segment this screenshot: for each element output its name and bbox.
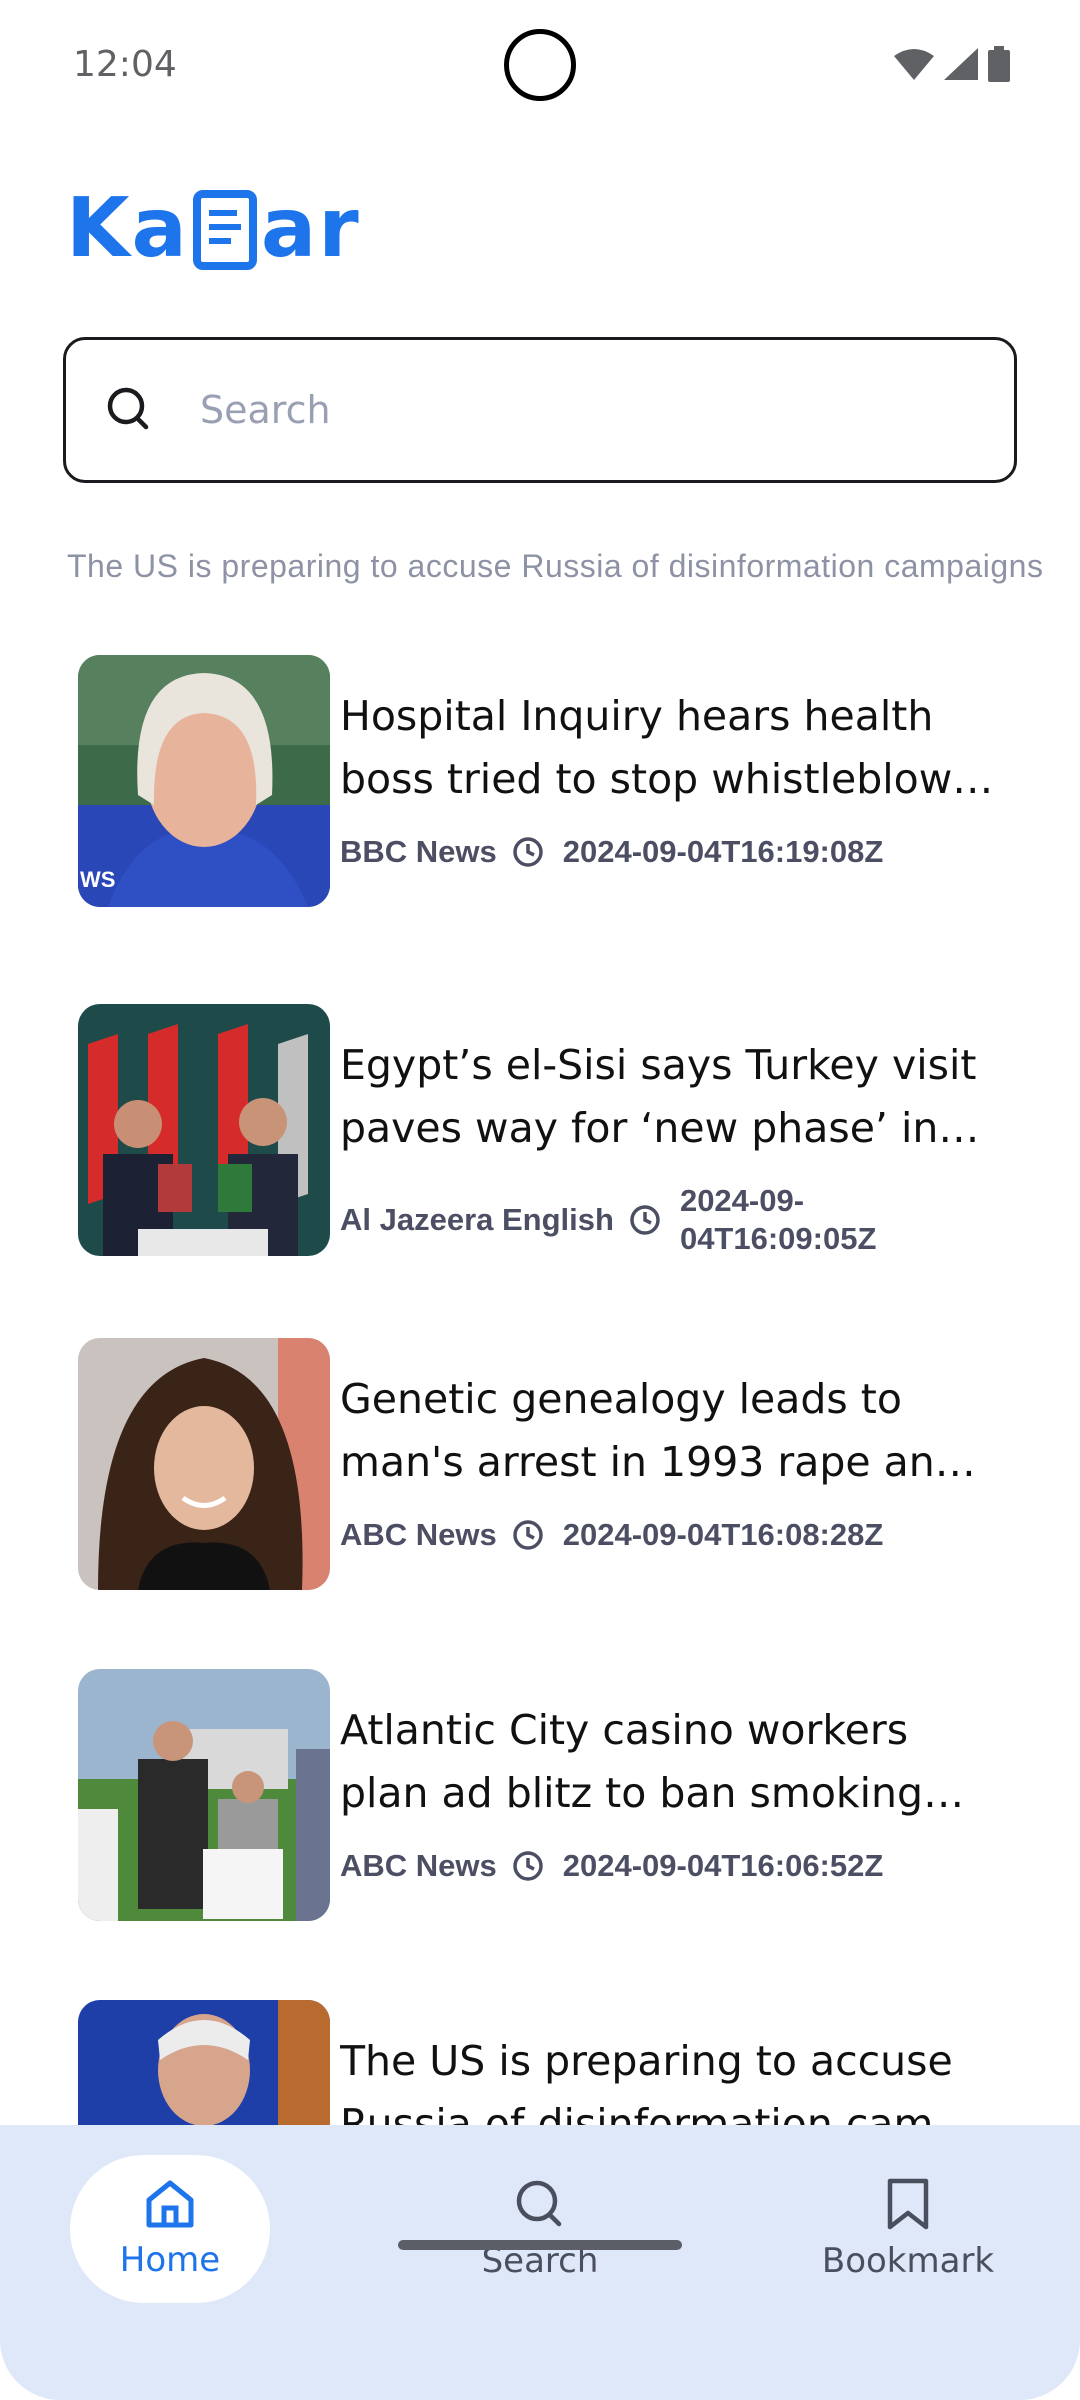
home-icon xyxy=(146,2180,194,2228)
newspaper-icon xyxy=(192,190,257,270)
status-time: 12:04 xyxy=(73,44,177,85)
article-meta: ABC News 2024-09-04T16:06:52Z xyxy=(340,1847,1000,1885)
nav-home[interactable]: Home xyxy=(70,2155,270,2303)
clock-icon xyxy=(513,837,543,867)
article-date: 2024-09-04T16:19:08Z xyxy=(562,834,884,869)
article-body: Egypt’s el-Sisi says Turkey visit paves … xyxy=(340,1004,1000,1256)
article-card[interactable]: WS Hospital Inquiry hears health boss tr… xyxy=(78,655,1038,907)
status-bar: 12:04 xyxy=(0,0,1080,130)
article-body: Atlantic City casino workers plan ad bli… xyxy=(340,1669,1000,1921)
article-thumbnail xyxy=(78,1338,330,1590)
article-title: Hospital Inquiry hears health boss tried… xyxy=(340,692,994,803)
article-meta: Al Jazeera English 2024-09-04T16:09:05Z xyxy=(340,1182,1000,1258)
article-thumbnail: WS xyxy=(78,655,330,907)
article-date: 2024-09-04T16:09:05Z xyxy=(679,1183,877,1256)
article-card[interactable]: Genetic genealogy leads to man's arrest … xyxy=(78,1338,1038,1590)
battery-icon xyxy=(988,46,1010,82)
app-logo: Ka ar xyxy=(66,188,361,270)
nav-bookmark[interactable]: Bookmark xyxy=(808,2155,1008,2303)
status-icons xyxy=(894,46,1010,82)
article-date: 2024-09-04T16:08:28Z xyxy=(562,1517,884,1552)
search-bar[interactable] xyxy=(63,337,1017,483)
headline-ticker[interactable]: The US is preparing to accuse Russia of … xyxy=(67,548,1080,585)
article-meta: BBC News 2024-09-04T16:19:08Z xyxy=(340,833,1000,871)
article-source: ABC News xyxy=(340,1517,497,1552)
bbc-logo-fragment: WS xyxy=(80,867,115,892)
app-screen: 12:04 Ka ar The US is preparing to accus… xyxy=(0,0,1080,2400)
article-title: Egypt’s el-Sisi says Turkey visit paves … xyxy=(340,1041,977,1152)
bookmark-icon xyxy=(887,2178,929,2230)
clock-icon xyxy=(630,1205,660,1235)
signal-icon xyxy=(944,48,978,80)
logo-text-left: Ka xyxy=(66,181,189,276)
article-title: Genetic genealogy leads to man's arrest … xyxy=(340,1375,961,1486)
logo-text-right: ar xyxy=(260,181,361,276)
article-thumbnail xyxy=(78,1004,330,1256)
search-icon xyxy=(107,387,149,430)
article-source: ABC News xyxy=(340,1848,497,1883)
wifi-icon xyxy=(894,49,934,80)
nav-home-label: Home xyxy=(119,2240,221,2280)
article-body: Hospital Inquiry hears health boss tried… xyxy=(340,655,1000,907)
article-card[interactable]: Atlantic City casino workers plan ad bli… xyxy=(78,1669,1038,1921)
bottom-navigation: Home Search Bookmark xyxy=(0,2125,1080,2400)
search-input[interactable] xyxy=(200,388,980,432)
article-source: Al Jazeera English xyxy=(340,1202,614,1237)
article-source: BBC News xyxy=(340,834,497,869)
article-thumbnail xyxy=(78,1669,330,1921)
camera-cutout xyxy=(504,29,576,101)
article-title: Atlantic City casino workers plan ad bli… xyxy=(340,1706,924,1817)
article-date: 2024-09-04T16:06:52Z xyxy=(562,1848,884,1883)
gesture-home-indicator[interactable] xyxy=(398,2240,682,2250)
search-icon xyxy=(516,2180,562,2227)
nav-bookmark-label: Bookmark xyxy=(821,2241,995,2281)
article-body: Genetic genealogy leads to man's arrest … xyxy=(340,1338,1000,1590)
clock-icon xyxy=(513,1520,543,1550)
article-meta: ABC News 2024-09-04T16:08:28Z xyxy=(340,1516,1000,1554)
article-card[interactable]: Egypt’s el-Sisi says Turkey visit paves … xyxy=(78,1004,1038,1256)
clock-icon xyxy=(513,1851,543,1881)
nav-search[interactable]: Search xyxy=(440,2155,640,2303)
